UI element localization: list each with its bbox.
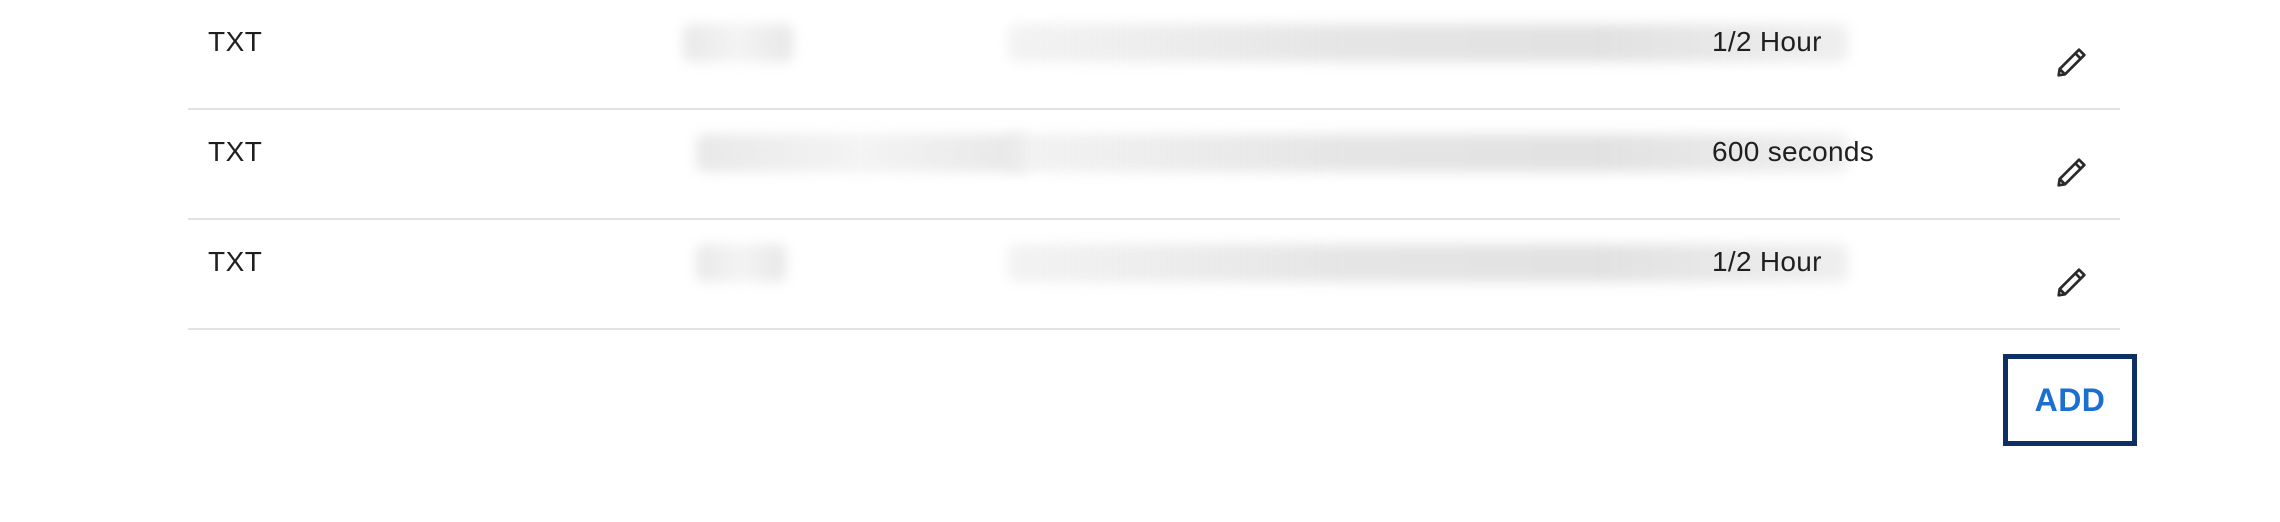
pencil-icon bbox=[2057, 158, 2086, 187]
record-ttl: 1/2 Hour bbox=[1712, 26, 1822, 57]
table-row: TXT 1/2 Hour bbox=[188, 0, 2120, 110]
table-row: TXT 600 seconds bbox=[188, 110, 2120, 220]
record-ttl: 1/2 Hour bbox=[1712, 246, 1822, 277]
edit-record-button[interactable] bbox=[2050, 260, 2094, 304]
table-row: TXT 1/2 Hour bbox=[188, 220, 2120, 330]
dns-records-table: TXT 1/2 Hour TXT 600 seconds TXT 1/2 Hou… bbox=[188, 0, 2120, 330]
record-name-redacted bbox=[696, 244, 786, 282]
record-type: TXT bbox=[208, 246, 263, 277]
record-ttl: 600 seconds bbox=[1712, 136, 1875, 167]
add-record-button[interactable]: ADD bbox=[2003, 354, 2137, 446]
record-type: TXT bbox=[208, 136, 263, 167]
record-name-redacted bbox=[683, 24, 793, 62]
record-type: TXT bbox=[208, 26, 263, 57]
edit-record-button[interactable] bbox=[2050, 150, 2094, 194]
pencil-icon bbox=[2057, 48, 2086, 77]
pencil-icon bbox=[2057, 268, 2086, 297]
edit-record-button[interactable] bbox=[2050, 40, 2094, 84]
record-name-redacted bbox=[696, 134, 1026, 172]
